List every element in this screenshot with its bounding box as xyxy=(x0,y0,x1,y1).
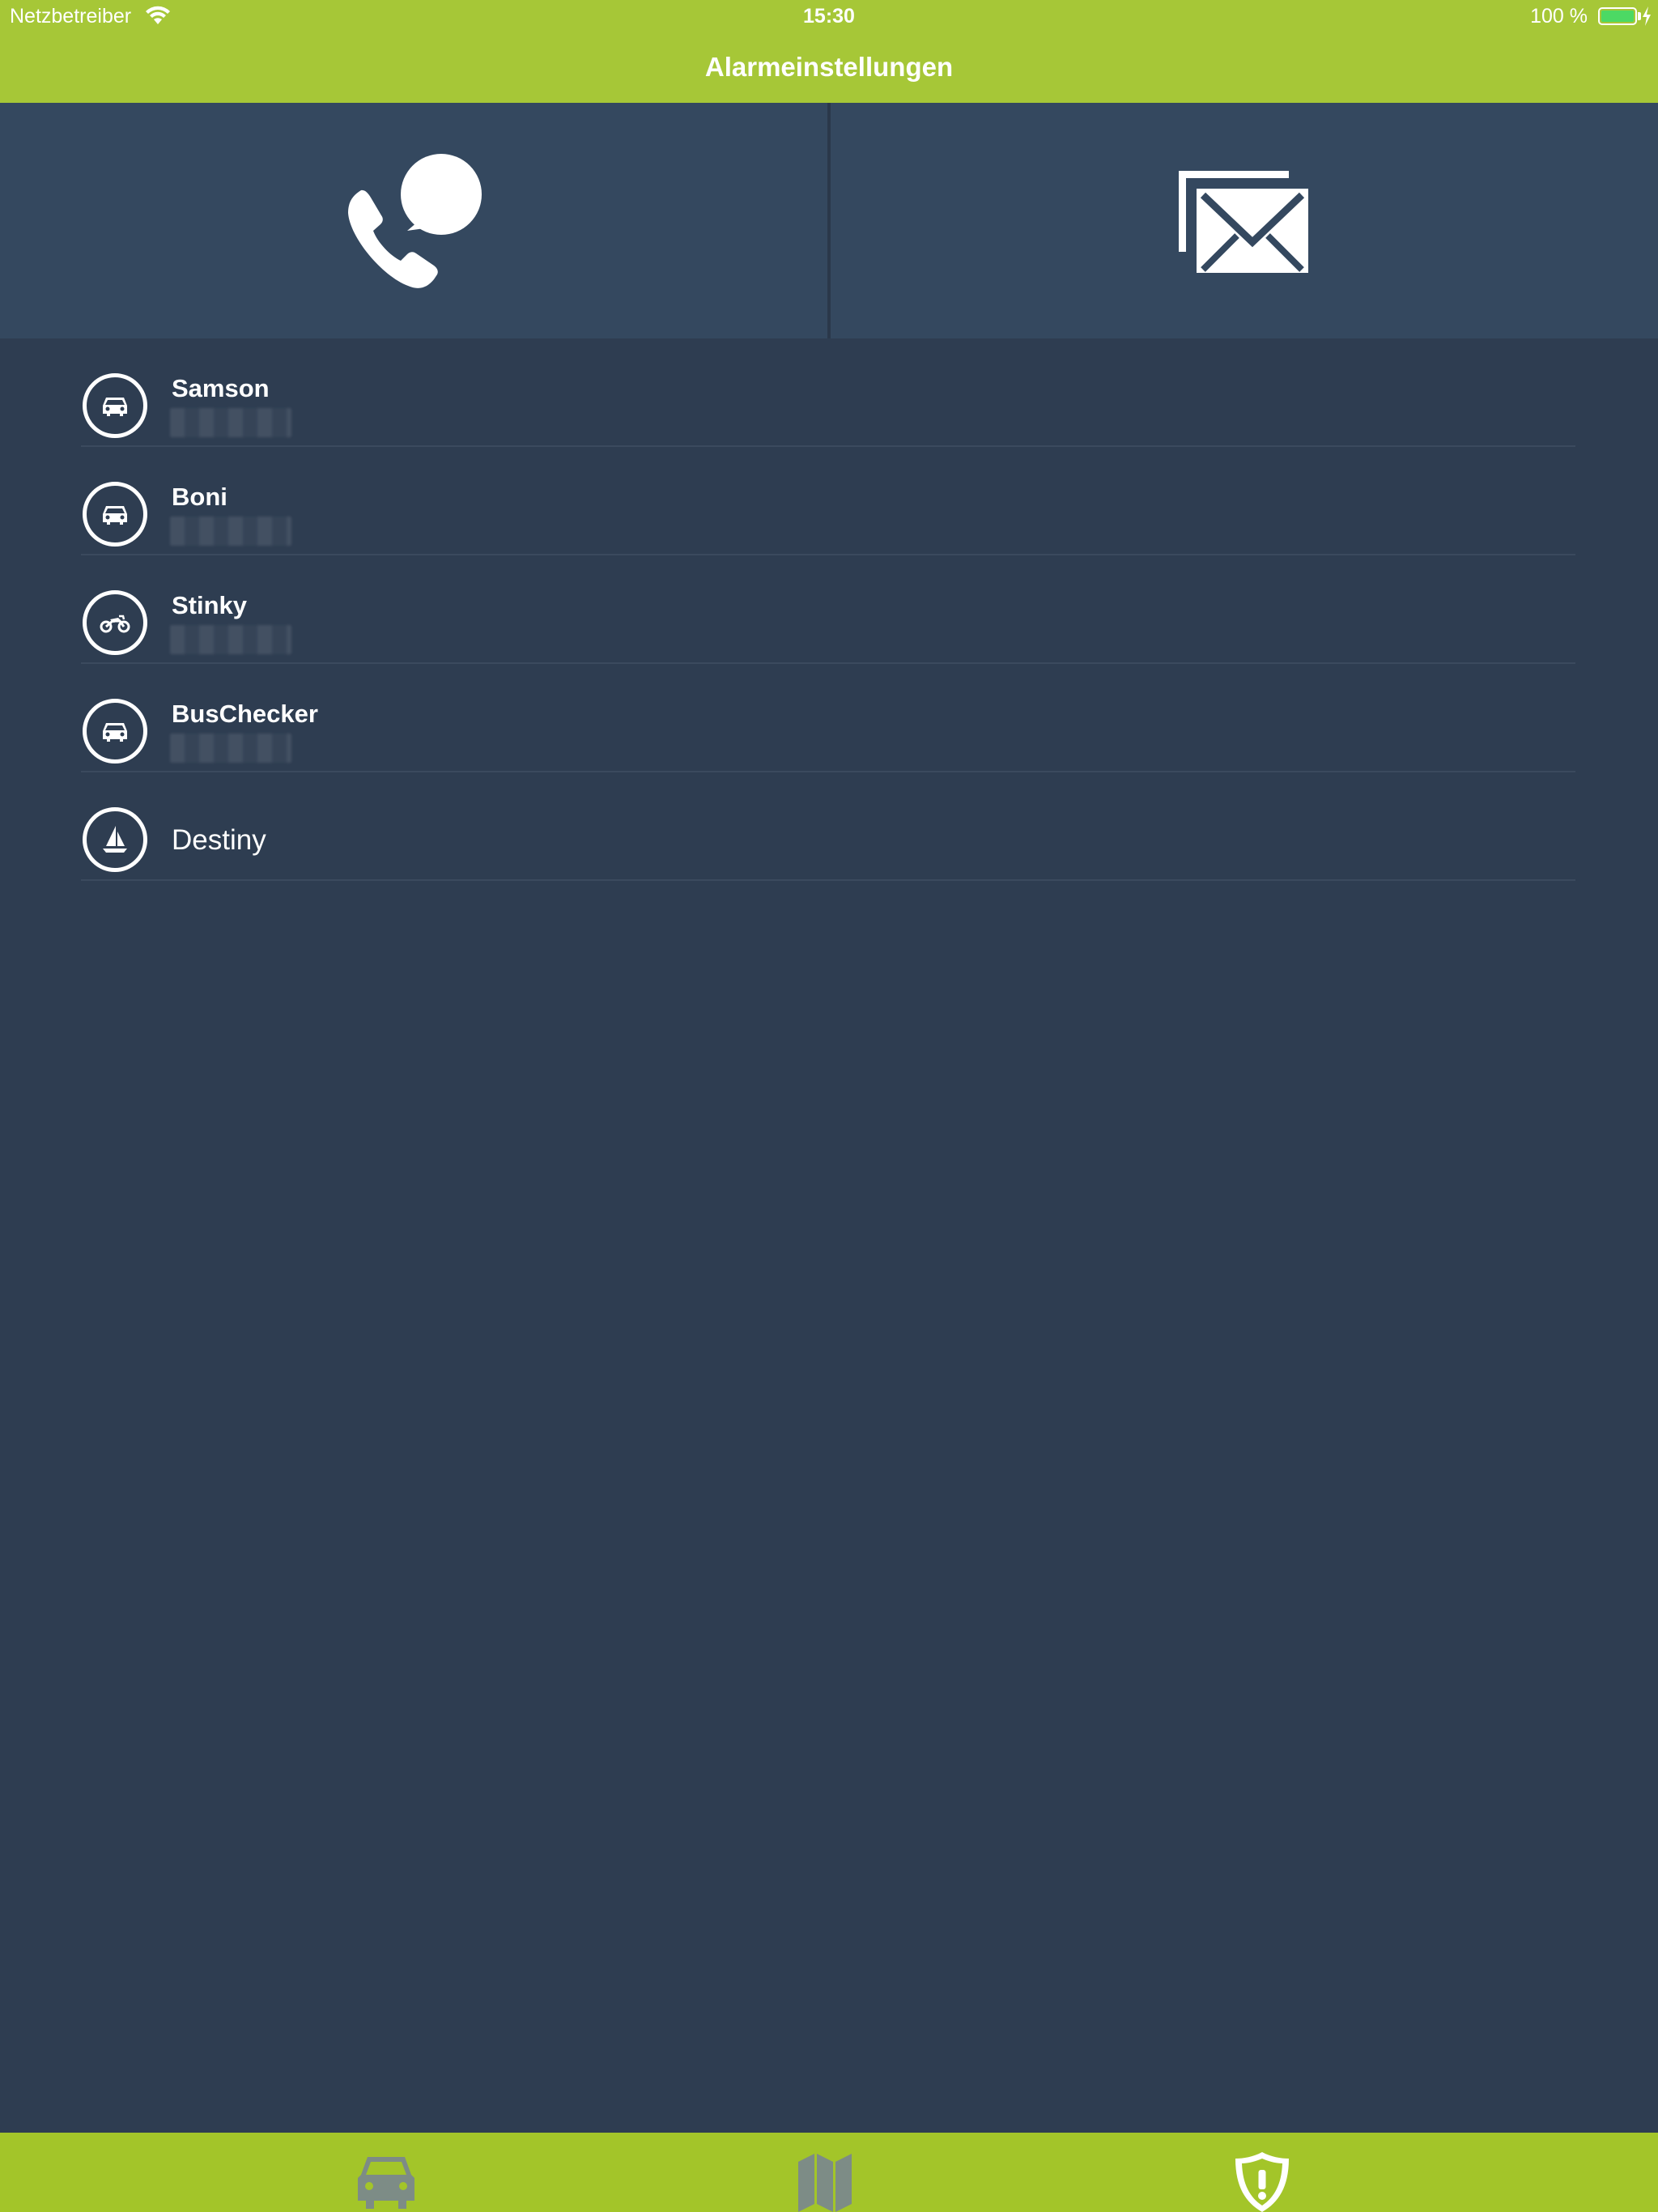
shield-alert-icon xyxy=(1235,2152,1289,2212)
sailboat-icon xyxy=(103,826,127,853)
vehicle-name: Samson xyxy=(172,374,270,402)
vehicle-icon-circle xyxy=(83,482,147,547)
vehicle-name: Boni xyxy=(172,483,227,511)
list-item[interactable]: Samson xyxy=(81,338,1575,447)
alarm-channel-tiles xyxy=(0,103,1658,338)
vehicle-name: Destiny xyxy=(172,824,266,856)
car-icon xyxy=(358,2157,414,2209)
call-alarm-tile[interactable] xyxy=(0,103,827,338)
tab-bar xyxy=(0,2133,1658,2212)
vehicle-icon-circle xyxy=(83,807,147,872)
page-title: Alarmeinstellungen xyxy=(704,52,954,82)
phone-speech-icon xyxy=(348,154,482,288)
redacted-subtitle xyxy=(170,734,291,763)
redacted-subtitle xyxy=(170,408,291,437)
motorcycle-icon xyxy=(100,615,130,633)
status-bar: Netzbetreiber 15:30 100 % xyxy=(0,0,1658,32)
list-item[interactable]: BusChecker xyxy=(81,664,1575,772)
battery-cap xyxy=(1638,12,1641,20)
charging-bolt-icon xyxy=(1643,6,1651,26)
header: Netzbetreiber 15:30 100 % Alarmeinstellu… xyxy=(0,0,1658,103)
vehicle-icon-circle xyxy=(83,699,147,764)
list-item[interactable]: Stinky xyxy=(81,555,1575,664)
tab-alarm-settings[interactable] xyxy=(984,2133,1537,2212)
redacted-subtitle xyxy=(170,517,291,546)
app-root: Netzbetreiber 15:30 100 % Alarmeinstellu… xyxy=(0,0,1658,2212)
vehicle-name: Stinky xyxy=(172,591,248,619)
status-time: 15:30 xyxy=(803,5,855,28)
vehicle-list: Samson Boni Stinky BusChecker Destiny xyxy=(81,338,1575,881)
redacted-subtitle xyxy=(170,625,291,654)
vehicle-icon-circle xyxy=(83,373,147,438)
battery-fill xyxy=(1601,11,1634,22)
car-icon xyxy=(103,506,127,525)
mail-alarm-tile[interactable] xyxy=(831,103,1658,338)
envelopes-icon xyxy=(1179,171,1308,273)
vehicle-icon-circle xyxy=(83,590,147,655)
battery-icon xyxy=(1598,7,1637,25)
car-icon xyxy=(103,723,127,742)
list-item[interactable]: Boni xyxy=(81,447,1575,555)
vehicle-name: BusChecker xyxy=(172,700,318,728)
list-item[interactable]: Destiny xyxy=(81,772,1575,881)
battery-percent: 100 % xyxy=(1530,5,1588,28)
map-icon xyxy=(798,2154,852,2212)
car-icon xyxy=(103,398,127,416)
